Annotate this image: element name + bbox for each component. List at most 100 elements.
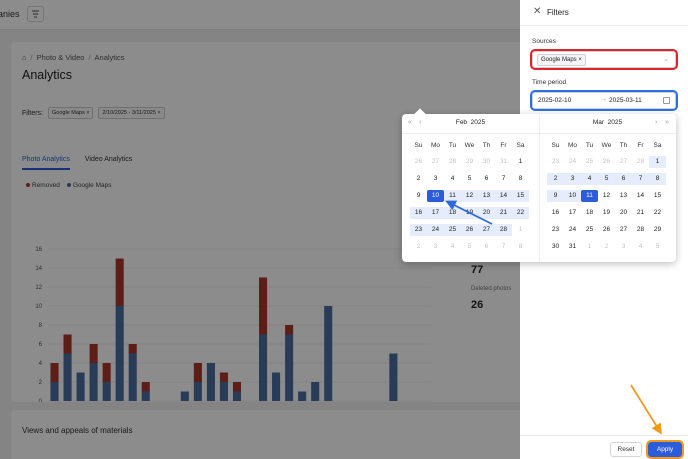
- calendar-day[interactable]: 2: [547, 173, 564, 185]
- calendar-day[interactable]: 1: [512, 224, 529, 236]
- calendar-day[interactable]: 1: [649, 156, 666, 168]
- calendar-day[interactable]: 27: [615, 224, 632, 236]
- calendar-day[interactable]: 17: [564, 207, 581, 219]
- calendar-day[interactable]: 29: [461, 156, 478, 168]
- calendar-day[interactable]: 4: [444, 173, 461, 185]
- calendar-day[interactable]: 23: [547, 224, 564, 236]
- calendar-day[interactable]: 19: [598, 207, 615, 219]
- calendar-day[interactable]: 3: [615, 241, 632, 253]
- calendar-day[interactable]: 26: [598, 156, 615, 168]
- calendar-day[interactable]: 28: [632, 224, 649, 236]
- calendar-day[interactable]: 7: [632, 173, 649, 185]
- reset-button[interactable]: Reset: [610, 442, 642, 457]
- calendar-day[interactable]: 30: [478, 156, 495, 168]
- calendar-day[interactable]: 26: [410, 156, 427, 168]
- calendar-day[interactable]: 16: [547, 207, 564, 219]
- calendar-day[interactable]: 12: [461, 190, 478, 202]
- apply-button[interactable]: Apply: [646, 440, 684, 459]
- calendar-day[interactable]: 6: [478, 173, 495, 185]
- calendar-day[interactable]: 8: [512, 173, 529, 185]
- calendar-day[interactable]: 7: [495, 173, 512, 185]
- chevron-down-icon: ⌄: [663, 56, 669, 63]
- calendar-day[interactable]: 2: [410, 173, 427, 185]
- calendar-day[interactable]: 6: [478, 241, 495, 253]
- calendar-day[interactable]: 1: [512, 156, 529, 168]
- calendar-day[interactable]: 27: [615, 156, 632, 168]
- calendar-day[interactable]: 27: [427, 156, 444, 168]
- calendar-day[interactable]: 2: [410, 241, 427, 253]
- calendar-day[interactable]: 24: [427, 224, 444, 236]
- calendar-day[interactable]: 14: [495, 190, 512, 202]
- calendar-day[interactable]: 10: [564, 190, 581, 202]
- calendar-day[interactable]: 3: [427, 173, 444, 185]
- calendar-day[interactable]: 22: [512, 207, 529, 219]
- calendar-day[interactable]: 25: [581, 156, 598, 168]
- calendar-day[interactable]: 23: [410, 224, 427, 236]
- calendar-day[interactable]: 8: [512, 241, 529, 253]
- calendar-day[interactable]: 5: [649, 241, 666, 253]
- year-name[interactable]: 2025: [471, 119, 485, 126]
- calendar-day-selected[interactable]: 10: [427, 190, 444, 202]
- close-icon[interactable]: ✕: [533, 6, 541, 17]
- source-tag-google-maps[interactable]: Google Maps ×: [537, 54, 586, 66]
- calendar-day[interactable]: 19: [461, 207, 478, 219]
- month-name[interactable]: Feb: [456, 119, 467, 126]
- sources-select[interactable]: Google Maps × ⌄: [530, 49, 678, 70]
- calendar-day[interactable]: 31: [564, 241, 581, 253]
- calendar-day[interactable]: 5: [461, 173, 478, 185]
- calendar-day[interactable]: 8: [649, 173, 666, 185]
- calendar-day[interactable]: 15: [649, 190, 666, 202]
- calendar-day[interactable]: 25: [444, 224, 461, 236]
- calendar-day[interactable]: 4: [581, 173, 598, 185]
- calendar-day[interactable]: 1: [581, 241, 598, 253]
- date-range-input[interactable]: 2025-02-10 → 2025-03-11: [530, 90, 678, 111]
- calendar-day[interactable]: 22: [649, 207, 666, 219]
- calendar-day[interactable]: 16: [410, 207, 427, 219]
- calendar-day-selected[interactable]: 11: [581, 190, 598, 202]
- calendar-day[interactable]: 31: [495, 156, 512, 168]
- date-from-input[interactable]: 2025-02-10: [538, 97, 571, 104]
- calendar-day[interactable]: 18: [444, 207, 461, 219]
- calendar-day[interactable]: 6: [615, 173, 632, 185]
- calendar-day[interactable]: 7: [495, 241, 512, 253]
- calendar-day[interactable]: 12: [598, 190, 615, 202]
- calendar-day[interactable]: 3: [427, 241, 444, 253]
- calendar-day[interactable]: 20: [615, 207, 632, 219]
- calendar-day[interactable]: 4: [444, 241, 461, 253]
- month-header[interactable]: Mar 2025: [539, 119, 676, 131]
- calendar-day[interactable]: 26: [461, 224, 478, 236]
- calendar-day[interactable]: 27: [478, 224, 495, 236]
- calendar-day[interactable]: 5: [598, 173, 615, 185]
- calendar-day[interactable]: 11: [444, 190, 461, 202]
- year-name[interactable]: 2025: [608, 119, 622, 126]
- calendar-day[interactable]: 25: [581, 224, 598, 236]
- calendar-day[interactable]: 28: [444, 156, 461, 168]
- calendar-day[interactable]: 30: [547, 241, 564, 253]
- calendar-day[interactable]: 13: [478, 190, 495, 202]
- calendar-day[interactable]: 20: [478, 207, 495, 219]
- calendar-day[interactable]: 3: [564, 173, 581, 185]
- calendar-day[interactable]: 18: [581, 207, 598, 219]
- date-to-input[interactable]: 2025-03-11: [609, 97, 642, 104]
- calendar-day[interactable]: 9: [547, 190, 564, 202]
- calendar-day[interactable]: 23: [547, 156, 564, 168]
- calendar-day[interactable]: 28: [495, 224, 512, 236]
- calendar-day[interactable]: 9: [410, 190, 427, 202]
- calendar-day[interactable]: 24: [564, 224, 581, 236]
- month-header[interactable]: Feb 2025: [402, 119, 539, 131]
- calendar-day[interactable]: 29: [649, 224, 666, 236]
- calendar-day[interactable]: 15: [512, 190, 529, 202]
- calendar-day[interactable]: 14: [632, 190, 649, 202]
- calendar-day[interactable]: 21: [495, 207, 512, 219]
- calendar-day[interactable]: 17: [427, 207, 444, 219]
- calendar-day[interactable]: 2: [598, 241, 615, 253]
- month-name[interactable]: Mar: [593, 119, 604, 126]
- weekday-header: Th: [619, 142, 628, 149]
- calendar-day[interactable]: 5: [461, 241, 478, 253]
- calendar-day[interactable]: 4: [632, 241, 649, 253]
- calendar-day[interactable]: 21: [632, 207, 649, 219]
- calendar-day[interactable]: 13: [615, 190, 632, 202]
- calendar-day[interactable]: 24: [564, 156, 581, 168]
- calendar-day[interactable]: 28: [632, 156, 649, 168]
- calendar-day[interactable]: 26: [598, 224, 615, 236]
